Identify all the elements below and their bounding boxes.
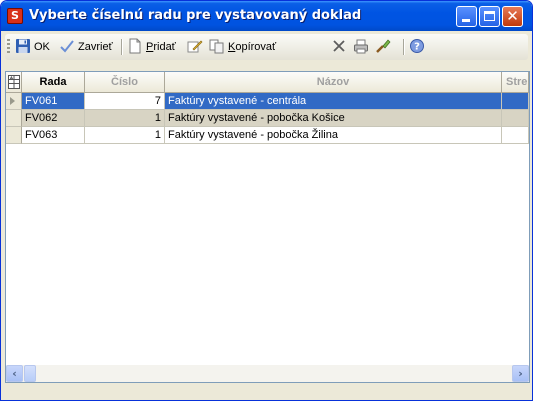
- brush-icon: [376, 39, 391, 53]
- copy-label: opírovať: [235, 41, 277, 53]
- help-icon: ?: [410, 39, 424, 53]
- toolbar-separator: [403, 39, 405, 55]
- title-bar[interactable]: S Vyberte číselnú radu pre vystavovaný d…: [1, 1, 532, 31]
- app-icon: S: [7, 8, 23, 24]
- table-row[interactable]: FV063 1 Faktúry vystavené - pobočka Žili…: [6, 127, 529, 144]
- column-header-stredisko[interactable]: Stre: [502, 72, 529, 93]
- tools-button[interactable]: [375, 38, 391, 56]
- toolbar-grip[interactable]: [7, 39, 10, 55]
- window-title: Vyberte číselnú radu pre vystavovaný dok…: [29, 8, 362, 23]
- svg-text:?: ?: [414, 42, 420, 53]
- maximize-button[interactable]: [479, 6, 500, 27]
- cell-rada[interactable]: FV062: [22, 110, 85, 127]
- scroll-left-button[interactable]: ‹: [6, 365, 23, 382]
- checkmark-icon: [60, 40, 74, 53]
- cell-rada[interactable]: FV061: [22, 93, 85, 110]
- row-indicator: [6, 110, 22, 127]
- cell-cislo[interactable]: 1: [85, 110, 165, 127]
- cell-nazov[interactable]: Faktúry vystavené - pobočka Žilina: [165, 127, 502, 144]
- toolbar: OK Zavrieť Pridať Kopírovať ?: [5, 34, 528, 60]
- cell-stredisko[interactable]: [502, 110, 529, 127]
- cell-stredisko[interactable]: [502, 127, 529, 144]
- row-indicator: [6, 93, 22, 110]
- column-header-nazov[interactable]: Názov: [165, 72, 502, 93]
- ok-button[interactable]: OK: [15, 38, 50, 56]
- series-grid: A Rada Číslo Názov Stre FV061 7 Faktúry …: [5, 71, 530, 383]
- table-row[interactable]: FV062 1 Faktúry vystavené - pobočka Koši…: [6, 110, 529, 127]
- copy-button[interactable]: Kopírovať: [209, 38, 276, 56]
- maximize-icon: [484, 11, 495, 21]
- printer-icon: [354, 39, 368, 54]
- delete-x-icon: [333, 40, 345, 52]
- toolbar-separator: [121, 39, 123, 55]
- minimize-icon: [462, 19, 470, 22]
- scroll-thumb[interactable]: [24, 365, 36, 382]
- current-row-arrow-icon: [10, 97, 15, 105]
- minimize-button[interactable]: [456, 6, 477, 27]
- cell-cislo[interactable]: 7: [85, 93, 165, 110]
- add-button[interactable]: Pridať: [127, 38, 176, 56]
- close-icon: ✕: [506, 7, 519, 25]
- cell-nazov[interactable]: Faktúry vystavené - pobočka Košice: [165, 110, 502, 127]
- add-label: ridať: [153, 41, 176, 53]
- row-indicator: [6, 127, 22, 144]
- edit-button[interactable]: [187, 38, 203, 56]
- column-header-rada[interactable]: Rada: [22, 72, 85, 93]
- table-row[interactable]: FV061 7 Faktúry vystavené - centrála: [6, 93, 529, 110]
- copy-icon: [209, 39, 224, 54]
- close-window-button[interactable]: ✕: [502, 6, 523, 27]
- cell-stredisko[interactable]: [502, 93, 529, 110]
- ok-label: OK: [34, 41, 50, 53]
- column-header-cislo[interactable]: Číslo: [85, 72, 165, 93]
- grid-header: A Rada Číslo Názov Stre: [6, 72, 529, 93]
- help-button[interactable]: ?: [409, 38, 425, 56]
- edit-pencil-icon: [187, 40, 203, 53]
- new-document-icon: [129, 38, 141, 54]
- scroll-right-button[interactable]: ›: [512, 365, 529, 382]
- grid-settings-icon[interactable]: A: [6, 72, 22, 93]
- dialog-window: S Vyberte číselnú radu pre vystavovaný d…: [0, 0, 533, 401]
- cell-nazov[interactable]: Faktúry vystavené - centrála: [165, 93, 502, 110]
- cell-cislo[interactable]: 1: [85, 127, 165, 144]
- close-button[interactable]: Zavrieť: [59, 38, 113, 56]
- floppy-disk-icon: [16, 39, 30, 53]
- cell-rada[interactable]: FV063: [22, 127, 85, 144]
- horizontal-scrollbar[interactable]: ‹ ›: [6, 365, 529, 382]
- print-button[interactable]: [353, 38, 369, 56]
- delete-button[interactable]: [331, 38, 347, 56]
- close-label: Zavrieť: [78, 41, 113, 53]
- svg-text:A: A: [10, 75, 13, 80]
